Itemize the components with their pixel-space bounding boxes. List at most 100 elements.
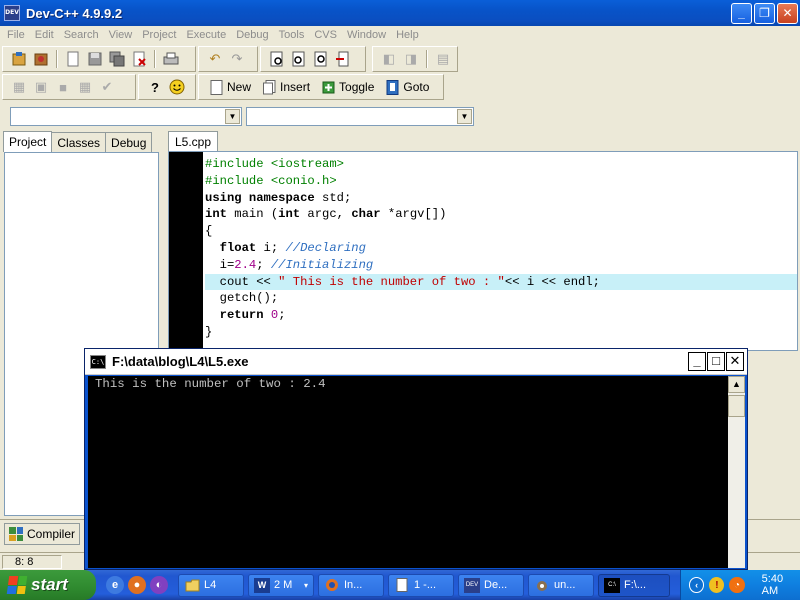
tab-project[interactable]: Project (3, 131, 53, 152)
clock[interactable]: 5:40 AM (762, 573, 800, 597)
help-icon[interactable]: ? (145, 77, 165, 97)
toggle-bookmark-button[interactable]: Toggle (317, 77, 379, 97)
quick-launch: e ● ◐ (106, 576, 168, 594)
save-all-icon[interactable] (107, 49, 127, 69)
menu-tools[interactable]: Tools (274, 29, 310, 41)
chevron-down-icon[interactable]: ▼ (225, 109, 240, 124)
console-maximize-button[interactable]: □ (707, 352, 725, 371)
menu-search[interactable]: Search (59, 29, 104, 41)
code-line[interactable]: getch(); (205, 290, 797, 307)
menu-debug[interactable]: Debug (231, 29, 273, 41)
scroll-up-arrow-icon[interactable]: ▲ (728, 376, 745, 393)
editor-gutter[interactable] (169, 152, 203, 350)
undo-icon[interactable]: ↶ (205, 49, 225, 69)
member-selector-combo[interactable]: ▼ (246, 107, 474, 126)
minimize-button[interactable]: _ (731, 3, 752, 24)
taskbar-item[interactable]: un... (528, 573, 594, 597)
compile-run-icon[interactable]: ■ (53, 77, 73, 97)
find-next-icon[interactable] (311, 49, 331, 69)
new-class-button[interactable]: New (205, 77, 256, 97)
taskbar-item[interactable]: 1 -... (388, 573, 454, 597)
remove-from-project-icon[interactable]: ◨ (401, 49, 421, 69)
replace-icon[interactable] (289, 49, 309, 69)
compile-icon[interactable]: ▦ (9, 77, 29, 97)
menu-file[interactable]: File (2, 29, 30, 41)
code-line[interactable]: float i; //Declaring (205, 240, 797, 257)
console-title-bar[interactable]: C:\ F:\data\blog\L4\L5.exe _ □ ✕ (85, 349, 747, 375)
taskbar-item[interactable]: W 2 M ▾ (248, 573, 314, 597)
source-code[interactable]: #include <iostream> #include <conio.h> usi… (205, 156, 797, 341)
menu-view[interactable]: View (104, 29, 138, 41)
firefox-quicklaunch-icon[interactable]: ● (128, 576, 146, 594)
search-toolbar (260, 46, 366, 72)
console-close-button[interactable]: ✕ (726, 352, 744, 371)
class-selector-combo[interactable]: ▼ (10, 107, 242, 126)
goto-line-icon[interactable] (333, 49, 353, 69)
toggle-bookmark-icon (322, 80, 335, 95)
close-button[interactable]: ✕ (777, 3, 798, 24)
media-icon[interactable]: ◐ (150, 576, 168, 594)
menu-window[interactable]: Window (342, 29, 391, 41)
open-project-icon[interactable] (31, 49, 51, 69)
new-file-icon[interactable] (63, 49, 83, 69)
start-button[interactable]: start (0, 570, 96, 600)
save-icon[interactable] (85, 49, 105, 69)
redo-icon[interactable]: ↷ (227, 49, 247, 69)
console-output-area[interactable]: This is the number of two : 2.4 (88, 376, 728, 568)
taskbar-item[interactable]: In... (318, 573, 384, 597)
goto-bookmark-label: Goto (403, 80, 430, 94)
console-scrollbar[interactable]: ▲ (728, 376, 745, 568)
tab-compiler[interactable]: Compiler (4, 523, 81, 545)
code-editor[interactable]: #include <iostream> #include <conio.h> usi… (168, 151, 798, 351)
ie-icon[interactable]: e (106, 576, 124, 594)
code-line[interactable]: } (205, 324, 797, 341)
menu-cvs[interactable]: CVS (309, 29, 342, 41)
print-icon[interactable] (161, 49, 181, 69)
console-minimize-button[interactable]: _ (688, 352, 706, 371)
project-icon[interactable] (9, 49, 29, 69)
console-icon: C:\ (604, 577, 620, 593)
tab-debug[interactable]: Debug (105, 132, 153, 152)
code-line[interactable]: return 0; (205, 307, 797, 324)
main-title-bar[interactable]: DEV Dev-C++ 4.9.9.2 _ ❐ ✕ (0, 0, 800, 26)
taskbar-item[interactable]: L4 (178, 573, 244, 597)
menu-edit[interactable]: Edit (30, 29, 59, 41)
taskbar-item[interactable]: DEV De... (458, 573, 524, 597)
close-file-icon[interactable] (129, 49, 149, 69)
chevron-down-icon[interactable]: ▼ (457, 109, 472, 124)
taskbar-item-active[interactable]: C:\ F:\... (598, 573, 670, 597)
editor-tab-l5cpp[interactable]: L5.cpp (168, 131, 219, 151)
code-line[interactable]: using namespace std; (205, 190, 797, 207)
tab-classes[interactable]: Classes (51, 132, 107, 152)
tray-expand-icon[interactable]: ‹ (689, 577, 705, 593)
menu-help[interactable]: Help (391, 29, 424, 41)
security-shield-icon[interactable]: ! (709, 577, 725, 593)
code-line[interactable]: cout << " This is the number of two : "<… (205, 273, 797, 291)
add-to-project-icon[interactable]: ◧ (379, 49, 399, 69)
goto-bookmark-button[interactable]: Goto (381, 77, 434, 97)
toolbar-separator (56, 50, 58, 68)
rebuild-all-icon[interactable]: ▦ (75, 77, 95, 97)
code-line[interactable]: { (205, 223, 797, 240)
code-line[interactable]: #include <conio.h> (205, 173, 797, 190)
menu-project[interactable]: Project (137, 29, 181, 41)
compiler-grid-icon (9, 527, 23, 541)
syntax-check-icon[interactable]: ✔ (97, 77, 117, 97)
about-smiley-icon[interactable] (167, 77, 187, 97)
run-icon[interactable]: ▣ (31, 77, 51, 97)
code-line[interactable]: #include <iostream> (205, 156, 797, 173)
restore-button[interactable]: ❐ (754, 3, 775, 24)
menu-execute[interactable]: Execute (181, 29, 231, 41)
code-line[interactable]: int main (int argc, char *argv[]) (205, 206, 797, 223)
insert-button[interactable]: Insert (258, 77, 315, 97)
project-options-icon[interactable]: ▤ (433, 49, 453, 69)
scroll-thumb[interactable] (728, 395, 745, 417)
devcpp-app-icon[interactable]: DEV (4, 5, 20, 21)
update-icon[interactable]: ◔ (729, 577, 745, 593)
insert-label: Insert (280, 80, 311, 94)
toolbar-separator (426, 50, 428, 68)
code-line[interactable]: i=2.4; //Initializing (205, 257, 797, 274)
console-window[interactable]: C:\ F:\data\blog\L4\L5.exe _ □ ✕ This is… (84, 348, 748, 570)
console-icon[interactable]: C:\ (90, 354, 106, 369)
find-icon[interactable] (267, 49, 287, 69)
